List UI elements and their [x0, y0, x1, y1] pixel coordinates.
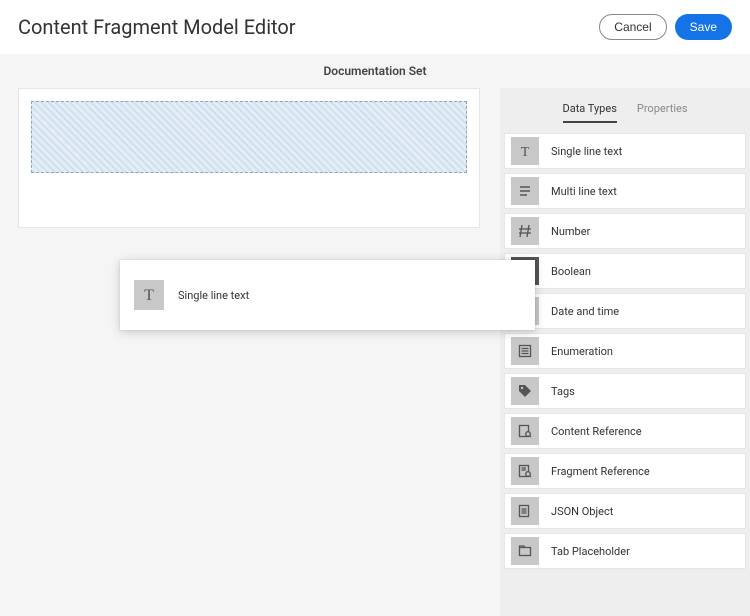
type-label: Tags — [551, 385, 575, 398]
fragment-ref-icon — [511, 457, 539, 485]
list-icon — [511, 337, 539, 365]
type-json-object[interactable]: JSON Object — [504, 493, 746, 529]
type-label: Number — [551, 225, 590, 238]
save-button[interactable]: Save — [675, 14, 732, 40]
multiline-icon — [511, 177, 539, 205]
type-date-and-time[interactable]: Date and time — [504, 293, 746, 329]
svg-text:T: T — [521, 145, 530, 159]
type-content-reference[interactable]: Content Reference — [504, 413, 746, 449]
dragging-type-label: Single line text — [178, 289, 249, 302]
number-icon — [511, 217, 539, 245]
type-single-line-text[interactable]: T Single line text — [504, 133, 746, 169]
type-label: Date and time — [551, 305, 619, 318]
dragging-type-card[interactable]: T Single line text — [120, 260, 535, 330]
type-label: Multi line text — [551, 185, 617, 198]
tag-icon — [511, 377, 539, 405]
tab-data-types[interactable]: Data Types — [563, 102, 617, 123]
type-tab-placeholder[interactable]: Tab Placeholder — [504, 533, 746, 569]
model-canvas[interactable] — [18, 88, 480, 228]
page-title: Content Fragment Model Editor — [18, 15, 296, 39]
text-icon: T — [134, 280, 164, 310]
type-number[interactable]: Number — [504, 213, 746, 249]
cancel-button[interactable]: Cancel — [599, 14, 666, 40]
dropzone[interactable] — [31, 101, 467, 173]
content-ref-icon — [511, 417, 539, 445]
type-label: Single line text — [551, 145, 622, 158]
canvas-area: T Single line text — [0, 88, 500, 616]
main: T Single line text Data Types Properties… — [0, 88, 750, 616]
model-name: Documentation Set — [0, 54, 750, 88]
type-label: Enumeration — [551, 345, 613, 358]
header: Content Fragment Model Editor Cancel Sav… — [0, 0, 750, 54]
text-icon: T — [511, 137, 539, 165]
tab-icon — [511, 537, 539, 565]
type-label: Content Reference — [551, 425, 642, 438]
type-label: Boolean — [551, 265, 591, 278]
json-icon — [511, 497, 539, 525]
tab-properties[interactable]: Properties — [637, 102, 688, 123]
data-type-list: T Single line text Multi line text Numbe… — [500, 133, 750, 579]
svg-text:T: T — [144, 287, 154, 304]
type-label: JSON Object — [551, 505, 613, 518]
side-panel: Data Types Properties T Single line text… — [500, 88, 750, 616]
type-label: Tab Placeholder — [551, 545, 630, 558]
type-enumeration[interactable]: Enumeration — [504, 333, 746, 369]
header-actions: Cancel Save — [599, 14, 732, 40]
type-fragment-reference[interactable]: Fragment Reference — [504, 453, 746, 489]
type-multi-line-text[interactable]: Multi line text — [504, 173, 746, 209]
type-label: Fragment Reference — [551, 465, 650, 478]
side-tabs: Data Types Properties — [500, 88, 750, 133]
type-boolean[interactable]: Boolean — [504, 253, 746, 289]
type-tags[interactable]: Tags — [504, 373, 746, 409]
